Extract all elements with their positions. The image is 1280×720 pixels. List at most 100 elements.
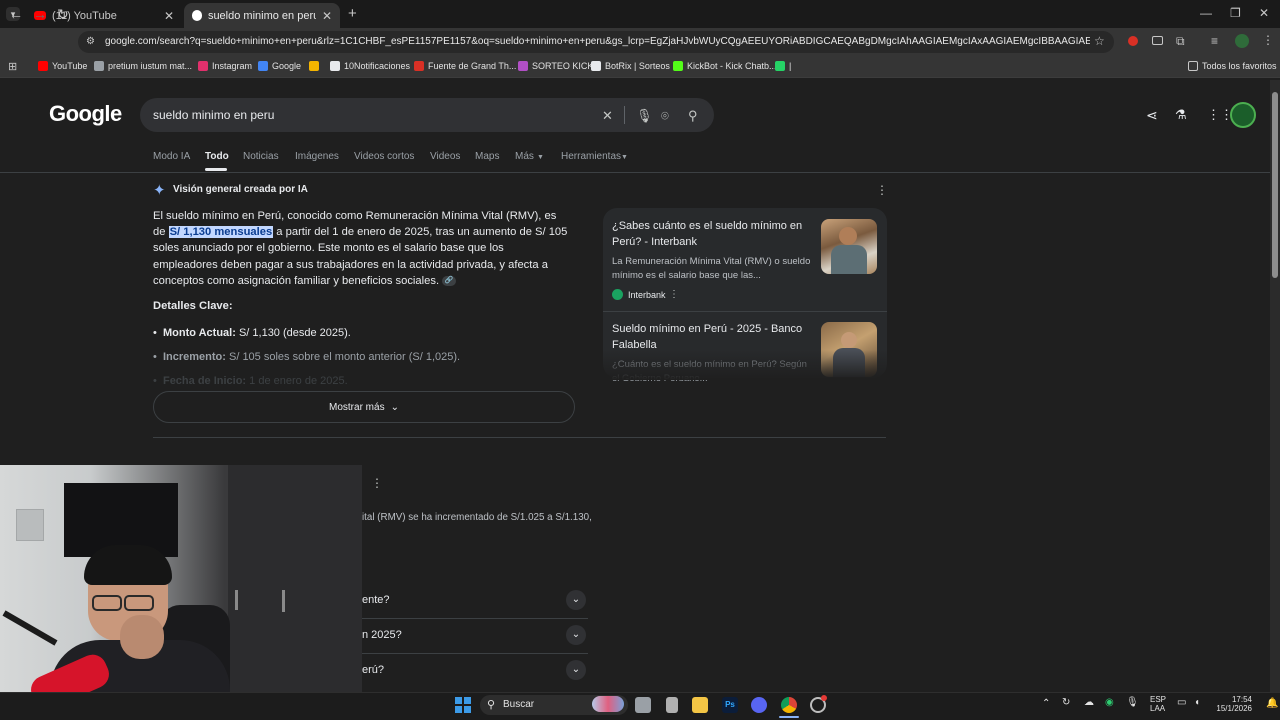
bookmark-label: Google	[272, 61, 302, 71]
details-heading: Detalles Clave:	[153, 300, 233, 312]
show-more-button[interactable]: Mostrar más ⌄	[153, 391, 575, 423]
bookmark-item[interactable]: YouTube	[38, 61, 87, 71]
tab-google-search[interactable]: sueldo minimo en peru - Buscar ✕	[184, 3, 340, 28]
bookmark-item[interactable]: Google	[258, 61, 301, 71]
restore-icon[interactable]: ❐	[1230, 6, 1241, 20]
tab-todo[interactable]: Todo	[205, 151, 229, 162]
site-info-icon[interactable]: ⚙	[86, 36, 95, 47]
google-logo[interactable]: Google	[49, 101, 122, 127]
file-explorer-icon[interactable]	[692, 697, 708, 713]
share-icon[interactable]: ⋖	[1146, 107, 1158, 124]
tab-m-s[interactable]: Más	[515, 151, 534, 162]
search-input[interactable]: sueldo minimo en peru	[153, 108, 274, 122]
forward-icon[interactable]: →	[33, 6, 47, 22]
bookmark-favicon-icon	[38, 61, 48, 71]
chevron-down-icon[interactable]: ⌄	[566, 625, 586, 645]
profile-avatar[interactable]	[1235, 34, 1249, 48]
more-options-icon[interactable]: ⋮	[876, 183, 888, 197]
tab-im-genes[interactable]: Imágenes	[295, 151, 339, 162]
bookmark-item[interactable]: Instagram	[198, 61, 252, 71]
tab-youtube[interactable]: (11) YouTube ✕	[26, 3, 182, 28]
search-icon[interactable]: ⚲	[688, 108, 698, 124]
all-bookmarks-button[interactable]: Todos los favoritos	[1188, 61, 1277, 71]
menu-icon[interactable]: ⋮	[1262, 33, 1274, 47]
back-icon[interactable]: ←	[9, 6, 23, 22]
clear-icon[interactable]: ✕	[602, 108, 613, 124]
volume-icon[interactable]: ◖	[1194, 697, 1200, 708]
clock[interactable]: 17:54 15/1/2026	[1214, 695, 1252, 713]
extension-icon[interactable]	[1152, 36, 1163, 45]
search-highlight-icon	[592, 696, 624, 712]
bookmark-label: BotRix | Sorteos	[605, 61, 670, 71]
close-icon[interactable]: ✕	[322, 9, 332, 23]
labs-flask-icon[interactable]: ⚗	[1175, 107, 1187, 123]
apps-grid-icon[interactable]: ⊞	[8, 60, 17, 73]
source-thumbnail[interactable]	[821, 219, 877, 274]
bookmark-label: |	[789, 61, 792, 71]
tab-label: sueldo minimo en peru - Buscar	[207, 9, 316, 22]
bookmark-item[interactable]: BotRix | Sorteos	[591, 61, 670, 71]
tab-herramientas[interactable]: Herramientas	[561, 151, 621, 162]
tab-videos-cortos[interactable]: Videos cortos	[354, 151, 414, 162]
account-avatar[interactable]	[1230, 102, 1256, 128]
source-title[interactable]: ¿Sabes cuánto es el sueldo mínimo en Per…	[612, 219, 812, 250]
new-tab-icon[interactable]: +	[348, 5, 357, 22]
extensions-puzzle-icon[interactable]: ⧉	[1176, 34, 1185, 49]
related-question[interactable]: ente?	[362, 594, 390, 606]
detail-item: • Incremento: S/ 105 soles sobre el mont…	[153, 351, 461, 363]
camera-lens-icon[interactable]: ⌾	[661, 108, 669, 124]
microphone-icon[interactable]: 🎙	[1126, 697, 1139, 708]
onedrive-icon[interactable]: ☁	[1084, 697, 1094, 708]
bookmark-item[interactable]: Fuente de Grand Th...	[414, 61, 516, 71]
bookmark-label: SORTEO KICK	[532, 61, 594, 71]
bookmark-item[interactable]: pretium iustum mat...	[94, 61, 192, 71]
related-question[interactable]: n 2025?	[362, 629, 402, 641]
window-close-icon[interactable]: ✕	[1259, 6, 1269, 20]
divider	[0, 172, 1270, 173]
bookmark-item[interactable]: |	[775, 61, 791, 71]
source-title[interactable]: Sueldo mínimo en Perú - 2025 - Banco Fal…	[612, 322, 812, 353]
related-question[interactable]: erú?	[362, 664, 384, 676]
discord-icon[interactable]	[751, 697, 767, 713]
more-options-icon[interactable]: ⋮	[371, 476, 383, 490]
reload-icon[interactable]: ↻	[57, 6, 69, 22]
tray-app-icon[interactable]: ↻	[1062, 697, 1070, 708]
chrome-icon[interactable]	[781, 697, 797, 713]
interbank-favicon-icon	[612, 289, 623, 300]
scrollbar-thumb[interactable]	[1272, 92, 1278, 278]
language-indicator[interactable]: ESP LAA	[1150, 695, 1166, 713]
task-view-icon[interactable]	[635, 697, 651, 713]
notifications-icon[interactable]: 🔔	[1266, 698, 1278, 709]
bookmark-item[interactable]: KickBot - Kick Chatb...	[673, 61, 777, 71]
tray-overflow-icon[interactable]: ⌃	[1042, 698, 1050, 709]
detail-item: • Fecha de Inicio: 1 de enero de 2025.	[153, 375, 348, 387]
minimize-icon[interactable]: —	[1200, 6, 1212, 20]
chevron-down-icon[interactable]: ⌄	[566, 590, 586, 610]
extension-icon[interactable]	[1128, 36, 1138, 46]
tab-videos[interactable]: Videos	[430, 151, 460, 162]
bookmark-star-icon[interactable]: ☆	[1094, 34, 1105, 48]
photoshop-icon[interactable]: Ps	[722, 697, 738, 713]
tab-noticias[interactable]: Noticias	[243, 151, 279, 162]
windows-start-icon[interactable]	[455, 697, 471, 713]
bookmark-favicon-icon	[673, 61, 683, 71]
dropdown-arrow-icon: ▼	[621, 154, 628, 161]
more-options-icon[interactable]: ⋮	[669, 289, 679, 300]
folder-icon	[1188, 61, 1198, 71]
tray-app-icon[interactable]: ◉	[1105, 697, 1114, 708]
bookmark-label: Instagram	[212, 61, 253, 71]
close-icon[interactable]: ✕	[164, 9, 174, 23]
link-icon[interactable]: 🔗	[442, 275, 457, 286]
bookmark-item[interactable]: 10Notificaciones	[330, 61, 410, 71]
detail-item: • Monto Actual: S/ 1,130 (desde 2025).	[153, 327, 351, 339]
network-icon[interactable]: ▭	[1177, 697, 1186, 708]
bookmark-item[interactable]: SORTEO KICK	[518, 61, 593, 71]
media-controls-icon[interactable]: ≡	[1211, 34, 1218, 48]
url-text[interactable]: google.com/search?q=sueldo+minimo+en+per…	[105, 36, 1090, 47]
microphone-icon[interactable]: 🎙	[636, 108, 653, 124]
app-icon[interactable]	[666, 697, 678, 713]
tab-maps[interactable]: Maps	[475, 151, 499, 162]
chevron-down-icon[interactable]: ⌄	[566, 660, 586, 680]
tab-modo-ia[interactable]: Modo IA	[153, 151, 190, 162]
bookmark-item[interactable]	[309, 61, 323, 71]
